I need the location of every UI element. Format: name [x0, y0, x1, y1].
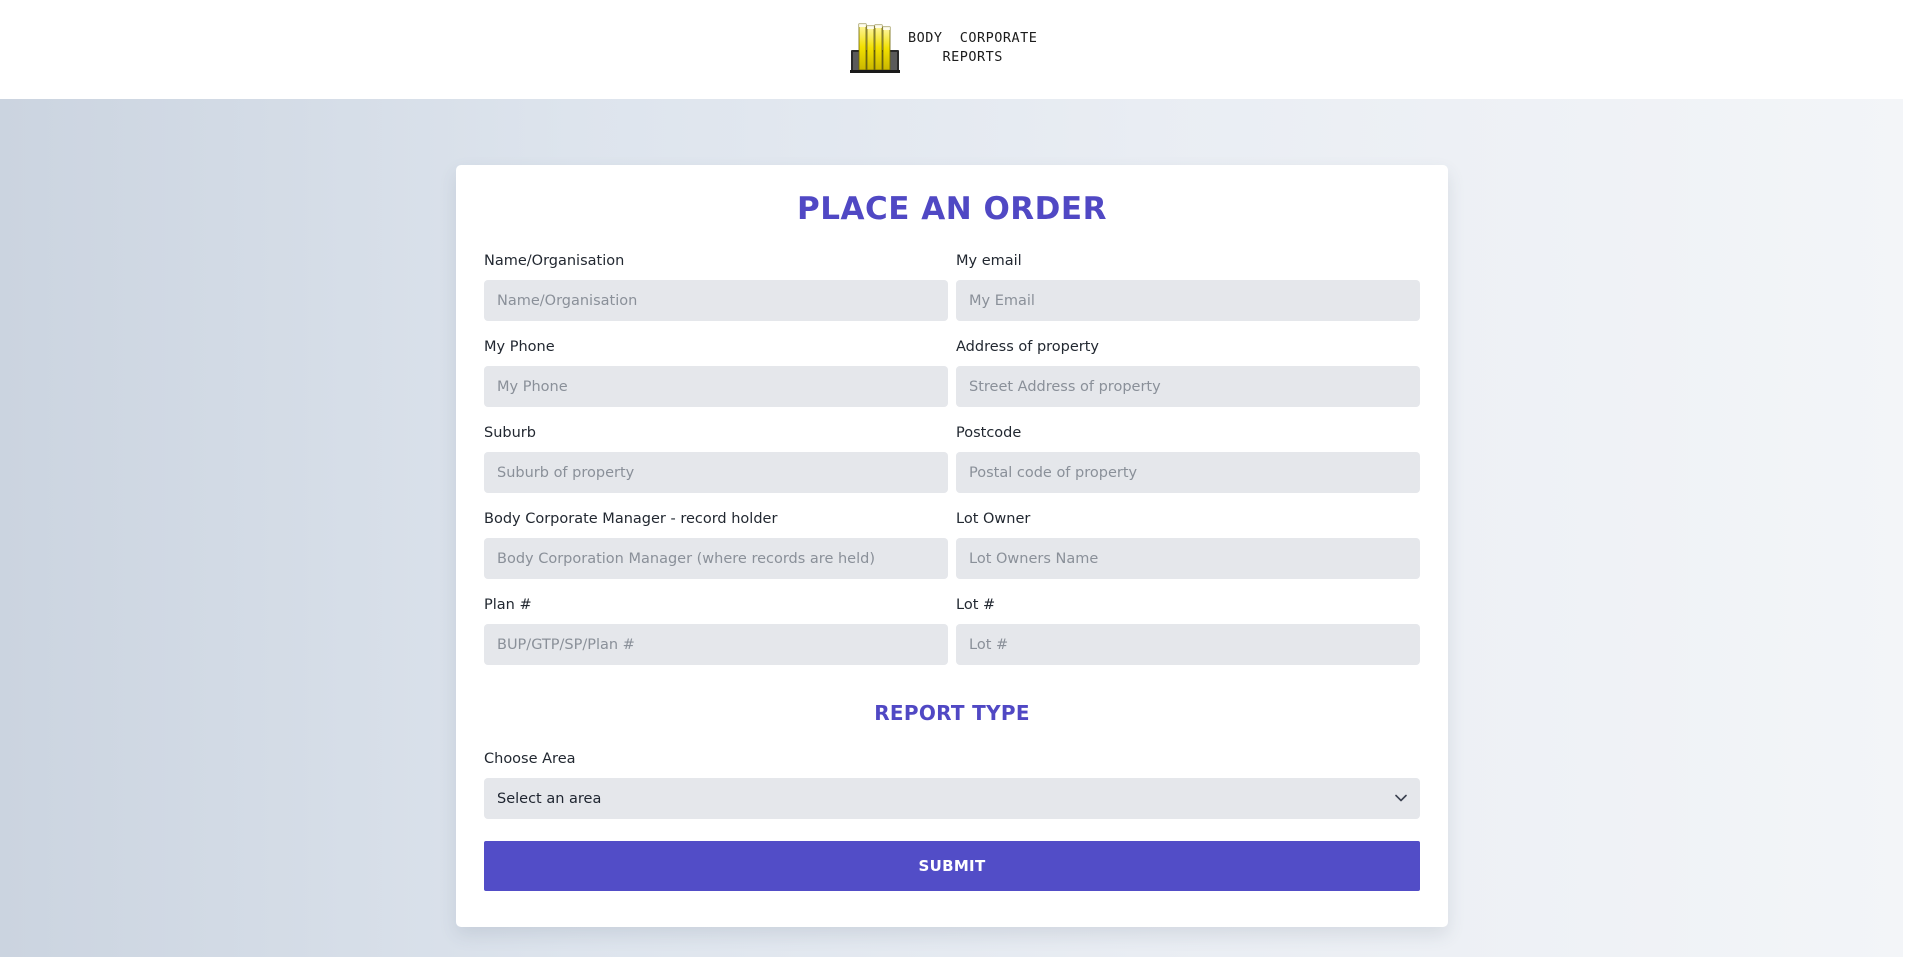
manager-label: Body Corporate Manager - record holder — [484, 511, 778, 527]
brand-line-1: BODY CORPORATE — [908, 30, 1038, 46]
postcode-field-group: Postcode — [956, 424, 1420, 493]
email-input[interactable] — [956, 280, 1420, 321]
lot-owner-field-group: Lot Owner — [956, 510, 1420, 579]
manager-input[interactable] — [484, 538, 948, 579]
lot-field-group: Lot # — [956, 596, 1420, 665]
address-label: Address of property — [956, 339, 1100, 355]
lot-input[interactable] — [956, 624, 1420, 665]
plan-field-group: Plan # — [484, 596, 948, 665]
building-logo-icon — [850, 23, 900, 73]
suburb-field-group: Suburb — [484, 424, 948, 493]
order-form-card: PLACE AN ORDER Name/Organisation My emai… — [456, 165, 1448, 927]
report-type-heading: REPORT TYPE — [874, 701, 1030, 725]
area-label: Choose Area — [484, 751, 576, 767]
postcode-input[interactable] — [956, 452, 1420, 493]
suburb-label: Suburb — [484, 425, 536, 441]
postcode-label: Postcode — [956, 425, 1022, 441]
area-select-value: Select an area — [497, 790, 602, 807]
brand-name: BODY CORPORATE REPORTS — [908, 29, 1037, 67]
lot-owner-input[interactable] — [956, 538, 1420, 579]
manager-field-group: Body Corporate Manager - record holder — [484, 510, 948, 579]
name-label: Name/Organisation — [484, 253, 625, 269]
lot-owner-label: Lot Owner — [956, 511, 1031, 527]
submit-button[interactable]: SUBMIT — [484, 841, 1420, 891]
brand-line-2: REPORTS — [942, 49, 1003, 65]
email-label: My email — [956, 253, 1022, 269]
area-field-group: Choose Area Select an area — [484, 750, 1420, 819]
plan-input[interactable] — [484, 624, 948, 665]
address-input[interactable] — [956, 366, 1420, 407]
chevron-down-icon — [1395, 794, 1407, 802]
email-field-group: My email — [956, 252, 1420, 321]
phone-input[interactable] — [484, 366, 948, 407]
area-select[interactable]: Select an area — [484, 778, 1420, 819]
lot-label: Lot # — [956, 597, 996, 613]
name-input[interactable] — [484, 280, 948, 321]
phone-field-group: My Phone — [484, 338, 948, 407]
address-field-group: Address of property — [956, 338, 1420, 407]
site-header: BODY CORPORATE REPORTS — [0, 0, 1906, 99]
page-title: PLACE AN ORDER — [797, 191, 1107, 227]
plan-label: Plan # — [484, 597, 532, 613]
suburb-input[interactable] — [484, 452, 948, 493]
site-logo[interactable]: BODY CORPORATE REPORTS — [848, 22, 1037, 74]
name-field-group: Name/Organisation — [484, 252, 948, 321]
phone-label: My Phone — [484, 339, 555, 355]
